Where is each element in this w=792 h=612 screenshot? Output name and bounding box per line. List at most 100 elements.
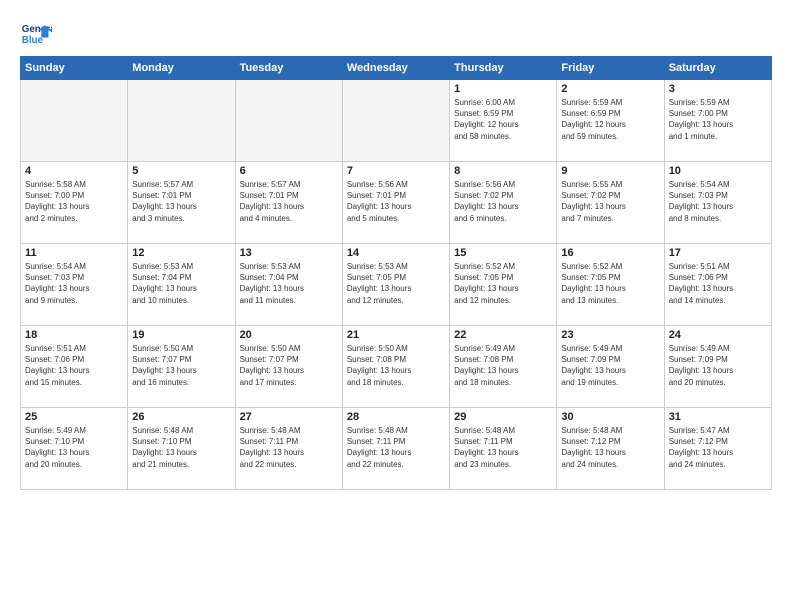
cell-text: Sunrise: 5:55 AM Sunset: 7:02 PM Dayligh… xyxy=(561,179,659,224)
cell-text: Sunrise: 5:52 AM Sunset: 7:05 PM Dayligh… xyxy=(454,261,552,306)
logo-icon: General Blue xyxy=(20,18,52,50)
calendar-cell: 23 Sunrise: 5:49 AM Sunset: 7:09 PM Dayli… xyxy=(557,326,664,408)
cell-text: Sunrise: 5:48 AM Sunset: 7:10 PM Dayligh… xyxy=(132,425,230,470)
cell-text: Sunrise: 5:48 AM Sunset: 7:12 PM Dayligh… xyxy=(561,425,659,470)
day-number: 5 xyxy=(132,165,230,177)
day-number: 26 xyxy=(132,411,230,423)
cell-text: Sunrise: 5:59 AM Sunset: 7:00 PM Dayligh… xyxy=(669,97,767,142)
day-number: 29 xyxy=(454,411,552,423)
day-number: 8 xyxy=(454,165,552,177)
day-number: 18 xyxy=(25,329,123,341)
weekday-header-saturday: Saturday xyxy=(664,57,771,80)
calendar-cell: 9 Sunrise: 5:55 AM Sunset: 7:02 PM Daylig… xyxy=(557,162,664,244)
cell-text: Sunrise: 5:49 AM Sunset: 7:10 PM Dayligh… xyxy=(25,425,123,470)
calendar-cell xyxy=(21,80,128,162)
day-number: 9 xyxy=(561,165,659,177)
cell-text: Sunrise: 5:54 AM Sunset: 7:03 PM Dayligh… xyxy=(25,261,123,306)
day-number: 4 xyxy=(25,165,123,177)
cell-text: Sunrise: 5:49 AM Sunset: 7:08 PM Dayligh… xyxy=(454,343,552,388)
calendar-cell: 26 Sunrise: 5:48 AM Sunset: 7:10 PM Dayli… xyxy=(128,408,235,490)
day-number: 11 xyxy=(25,247,123,259)
day-number: 14 xyxy=(347,247,445,259)
cell-text: Sunrise: 5:59 AM Sunset: 6:59 PM Dayligh… xyxy=(561,97,659,142)
calendar-cell: 2 Sunrise: 5:59 AM Sunset: 6:59 PM Daylig… xyxy=(557,80,664,162)
week-row-4: 18 Sunrise: 5:51 AM Sunset: 7:06 PM Dayli… xyxy=(21,326,772,408)
calendar-cell: 4 Sunrise: 5:58 AM Sunset: 7:00 PM Daylig… xyxy=(21,162,128,244)
day-number: 7 xyxy=(347,165,445,177)
cell-text: Sunrise: 6:00 AM Sunset: 6:59 PM Dayligh… xyxy=(454,97,552,142)
week-row-1: 1 Sunrise: 6:00 AM Sunset: 6:59 PM Daylig… xyxy=(21,80,772,162)
calendar-cell: 13 Sunrise: 5:53 AM Sunset: 7:04 PM Dayli… xyxy=(235,244,342,326)
calendar-cell: 1 Sunrise: 6:00 AM Sunset: 6:59 PM Daylig… xyxy=(450,80,557,162)
calendar-cell: 31 Sunrise: 5:47 AM Sunset: 7:12 PM Dayli… xyxy=(664,408,771,490)
day-number: 20 xyxy=(240,329,338,341)
page: General Blue SundayMondayTuesdayWednesda… xyxy=(0,0,792,612)
cell-text: Sunrise: 5:52 AM Sunset: 7:05 PM Dayligh… xyxy=(561,261,659,306)
week-row-2: 4 Sunrise: 5:58 AM Sunset: 7:00 PM Daylig… xyxy=(21,162,772,244)
day-number: 15 xyxy=(454,247,552,259)
day-number: 21 xyxy=(347,329,445,341)
calendar-cell: 8 Sunrise: 5:56 AM Sunset: 7:02 PM Daylig… xyxy=(450,162,557,244)
cell-text: Sunrise: 5:53 AM Sunset: 7:04 PM Dayligh… xyxy=(132,261,230,306)
calendar-cell: 3 Sunrise: 5:59 AM Sunset: 7:00 PM Daylig… xyxy=(664,80,771,162)
day-number: 3 xyxy=(669,83,767,95)
weekday-header-wednesday: Wednesday xyxy=(342,57,449,80)
calendar-cell xyxy=(342,80,449,162)
calendar-cell xyxy=(128,80,235,162)
cell-text: Sunrise: 5:49 AM Sunset: 7:09 PM Dayligh… xyxy=(669,343,767,388)
cell-text: Sunrise: 5:57 AM Sunset: 7:01 PM Dayligh… xyxy=(240,179,338,224)
cell-text: Sunrise: 5:48 AM Sunset: 7:11 PM Dayligh… xyxy=(454,425,552,470)
day-number: 17 xyxy=(669,247,767,259)
cell-text: Sunrise: 5:51 AM Sunset: 7:06 PM Dayligh… xyxy=(669,261,767,306)
cell-text: Sunrise: 5:47 AM Sunset: 7:12 PM Dayligh… xyxy=(669,425,767,470)
day-number: 1 xyxy=(454,83,552,95)
cell-text: Sunrise: 5:53 AM Sunset: 7:05 PM Dayligh… xyxy=(347,261,445,306)
day-number: 10 xyxy=(669,165,767,177)
calendar-cell: 16Sunrise: 5:52 AM Sunset: 7:05 PM Dayli… xyxy=(557,244,664,326)
week-row-5: 25 Sunrise: 5:49 AM Sunset: 7:10 PM Dayli… xyxy=(21,408,772,490)
weekday-header-row: SundayMondayTuesdayWednesdayThursdayFrid… xyxy=(21,57,772,80)
weekday-header-thursday: Thursday xyxy=(450,57,557,80)
cell-text: Sunrise: 5:57 AM Sunset: 7:01 PM Dayligh… xyxy=(132,179,230,224)
calendar-cell: 27Sunrise: 5:48 AM Sunset: 7:11 PM Dayli… xyxy=(235,408,342,490)
cell-text: Sunrise: 5:48 AM Sunset: 7:11 PM Dayligh… xyxy=(347,425,445,470)
calendar-cell: 15 Sunrise: 5:52 AM Sunset: 7:05 PM Dayli… xyxy=(450,244,557,326)
logo: General Blue xyxy=(20,18,52,50)
svg-text:Blue: Blue xyxy=(22,35,44,46)
calendar-cell: 21 Sunrise: 5:50 AM Sunset: 7:08 PM Dayli… xyxy=(342,326,449,408)
week-row-3: 11 Sunrise: 5:54 AM Sunset: 7:03 PM Dayli… xyxy=(21,244,772,326)
day-number: 25 xyxy=(25,411,123,423)
calendar-cell: 28Sunrise: 5:48 AM Sunset: 7:11 PM Dayli… xyxy=(342,408,449,490)
day-number: 24 xyxy=(669,329,767,341)
day-number: 13 xyxy=(240,247,338,259)
day-number: 22 xyxy=(454,329,552,341)
day-number: 23 xyxy=(561,329,659,341)
cell-text: Sunrise: 5:56 AM Sunset: 7:01 PM Dayligh… xyxy=(347,179,445,224)
calendar-table: SundayMondayTuesdayWednesdayThursdayFrid… xyxy=(20,56,772,490)
calendar-cell: 6Sunrise: 5:57 AM Sunset: 7:01 PM Daylig… xyxy=(235,162,342,244)
weekday-header-tuesday: Tuesday xyxy=(235,57,342,80)
calendar-cell: 19Sunrise: 5:50 AM Sunset: 7:07 PM Dayli… xyxy=(128,326,235,408)
calendar-cell: 10Sunrise: 5:54 AM Sunset: 7:03 PM Dayli… xyxy=(664,162,771,244)
calendar-cell: 17 Sunrise: 5:51 AM Sunset: 7:06 PM Dayli… xyxy=(664,244,771,326)
day-number: 30 xyxy=(561,411,659,423)
cell-text: Sunrise: 5:58 AM Sunset: 7:00 PM Dayligh… xyxy=(25,179,123,224)
calendar-cell: 20 Sunrise: 5:50 AM Sunset: 7:07 PM Dayli… xyxy=(235,326,342,408)
cell-text: Sunrise: 5:48 AM Sunset: 7:11 PM Dayligh… xyxy=(240,425,338,470)
day-number: 12 xyxy=(132,247,230,259)
cell-text: Sunrise: 5:51 AM Sunset: 7:06 PM Dayligh… xyxy=(25,343,123,388)
cell-text: Sunrise: 5:50 AM Sunset: 7:08 PM Dayligh… xyxy=(347,343,445,388)
cell-text: Sunrise: 5:56 AM Sunset: 7:02 PM Dayligh… xyxy=(454,179,552,224)
day-number: 2 xyxy=(561,83,659,95)
calendar-cell: 24 Sunrise: 5:49 AM Sunset: 7:09 PM Dayli… xyxy=(664,326,771,408)
cell-text: Sunrise: 5:49 AM Sunset: 7:09 PM Dayligh… xyxy=(561,343,659,388)
day-number: 31 xyxy=(669,411,767,423)
calendar-cell: 11 Sunrise: 5:54 AM Sunset: 7:03 PM Dayli… xyxy=(21,244,128,326)
header: General Blue xyxy=(20,18,772,50)
calendar-cell: 22 Sunrise: 5:49 AM Sunset: 7:08 PM Dayli… xyxy=(450,326,557,408)
weekday-header-monday: Monday xyxy=(128,57,235,80)
calendar-cell: 30 Sunrise: 5:48 AM Sunset: 7:12 PM Dayli… xyxy=(557,408,664,490)
calendar-cell: 5 Sunrise: 5:57 AM Sunset: 7:01 PM Daylig… xyxy=(128,162,235,244)
cell-text: Sunrise: 5:53 AM Sunset: 7:04 PM Dayligh… xyxy=(240,261,338,306)
cell-text: Sunrise: 5:50 AM Sunset: 7:07 PM Dayligh… xyxy=(240,343,338,388)
